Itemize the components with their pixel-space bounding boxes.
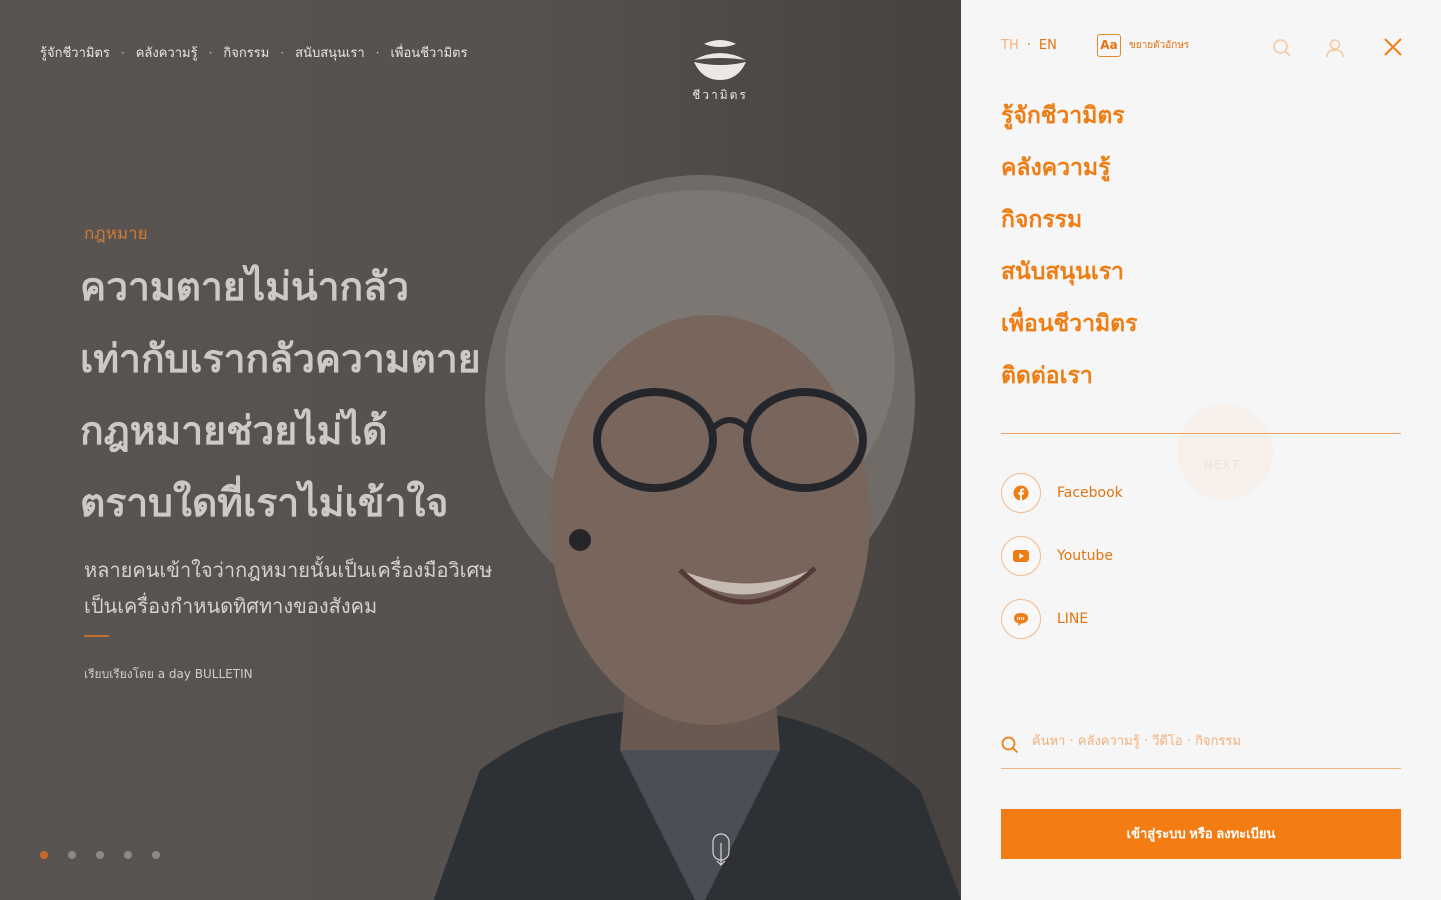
slide-dot[interactable] (124, 851, 132, 859)
headline-line: เท่ากับเรากลัวความตาย (80, 337, 481, 382)
slide-pagination (40, 851, 180, 859)
social-link-youtube[interactable]: Youtube (1001, 536, 1123, 576)
accent-divider (84, 635, 109, 637)
social-links: Facebook Youtube LINE (1001, 473, 1123, 662)
article-credit: เรียบเรียงโดย a day BULLETIN (84, 667, 253, 681)
lang-separator: · (1026, 38, 1031, 53)
top-navigation: รู้จักชีวามิตร · คลังความรู้ · กิจกรรม ·… (40, 42, 468, 63)
social-icon-circle (1001, 599, 1041, 639)
facebook-icon (1013, 485, 1029, 501)
slide-dot[interactable] (68, 851, 76, 859)
article-headline[interactable]: ความตายไม่น่ากลัว เท่ากับเรากลัวความตาย … (80, 252, 640, 540)
social-icon-circle (1001, 536, 1041, 576)
language-switcher: TH · EN (1001, 38, 1057, 53)
menu-item-contact[interactable]: ติดต่อเรา (1001, 350, 1137, 402)
nav-item-about[interactable]: รู้จักชีวามิตร (40, 42, 110, 63)
slide-dot[interactable] (96, 851, 104, 859)
user-icon[interactable] (1325, 38, 1345, 58)
search-icon (1001, 736, 1019, 754)
article-category[interactable]: กฎหมาย (84, 220, 148, 247)
line-icon (1014, 612, 1028, 626)
social-icon-circle (1001, 473, 1041, 513)
next-button-ghost (1177, 404, 1273, 500)
headline-line: ความตายไม่น่ากลัว (80, 265, 409, 310)
scroll-down-icon[interactable] (710, 833, 732, 867)
article-subtitle: หลายคนเข้าใจว่ากฎหมายนั้นเป็นเครื่องมือว… (84, 552, 604, 624)
hero-section: รู้จักชีวามิตร · คลังความรู้ · กิจกรรม ·… (0, 0, 961, 900)
logo-text: ชีวามิตร (692, 88, 748, 102)
menu-item-activities[interactable]: กิจกรรม (1001, 194, 1137, 246)
nav-separator: · (280, 45, 285, 60)
social-label: Facebook (1057, 485, 1123, 501)
nav-item-support[interactable]: สนับสนุนเรา (295, 42, 365, 63)
nav-separator: · (375, 45, 380, 60)
social-link-facebook[interactable]: Facebook (1001, 473, 1123, 513)
youtube-icon (1013, 550, 1029, 562)
menu-item-knowledge[interactable]: คลังความรู้ (1001, 142, 1137, 194)
social-label: LINE (1057, 611, 1089, 627)
headline-line: ตราบใดที่เราไม่เข้าใจ (80, 481, 449, 526)
menu-item-about[interactable]: รู้จักชีวามิตร (1001, 90, 1137, 142)
social-label: Youtube (1057, 548, 1113, 564)
menu-item-friends[interactable]: เพื่อนชีวามิตร (1001, 298, 1137, 350)
lang-th-option[interactable]: TH (1001, 38, 1019, 53)
next-label-ghost: NEXT (1204, 458, 1240, 472)
social-link-line[interactable]: LINE (1001, 599, 1123, 639)
close-icon[interactable] (1383, 37, 1403, 57)
panel-search (1001, 728, 1401, 769)
nav-item-knowledge[interactable]: คลังความรู้ (136, 42, 198, 63)
menu-divider (1001, 433, 1401, 434)
slide-dot[interactable] (40, 851, 48, 859)
lang-en-option[interactable]: EN (1039, 38, 1057, 53)
nav-separator: · (120, 45, 125, 60)
nav-item-activities[interactable]: กิจกรรม (223, 42, 269, 63)
nav-item-friends[interactable]: เพื่อนชีวามิตร (390, 42, 467, 63)
font-size-icon: Aa (1097, 34, 1121, 57)
login-register-button[interactable]: เข้าสู่ระบบ หรือ ลงทะเบียน (1001, 809, 1401, 859)
subtitle-line: หลายคนเข้าใจว่ากฎหมายนั้นเป็นเครื่องมือว… (84, 558, 493, 582)
menu-item-support[interactable]: สนับสนุนเรา (1001, 246, 1137, 298)
search-input[interactable] (1032, 734, 1392, 749)
subtitle-line: เป็นเครื่องกำหนดทิศทางของสังคม (84, 594, 378, 618)
menu-panel: NEXT TH · EN Aa ขยายตัวอักษร รู้จักชีวาม… (961, 0, 1441, 900)
font-size-toggle[interactable]: Aa ขยายตัวอักษร (1097, 34, 1189, 57)
main-menu: รู้จักชีวามิตร คลังความรู้ กิจกรรม สนับส… (1001, 90, 1137, 402)
search-icon[interactable] (1272, 38, 1292, 58)
site-logo[interactable]: ชีวามิตร (688, 38, 752, 105)
slide-dot[interactable] (152, 851, 160, 859)
font-size-label: ขยายตัวอักษร (1129, 40, 1190, 51)
headline-line: กฎหมายช่วยไม่ได้ (80, 409, 388, 454)
logo-mark-icon (694, 40, 746, 80)
nav-separator: · (208, 45, 213, 60)
